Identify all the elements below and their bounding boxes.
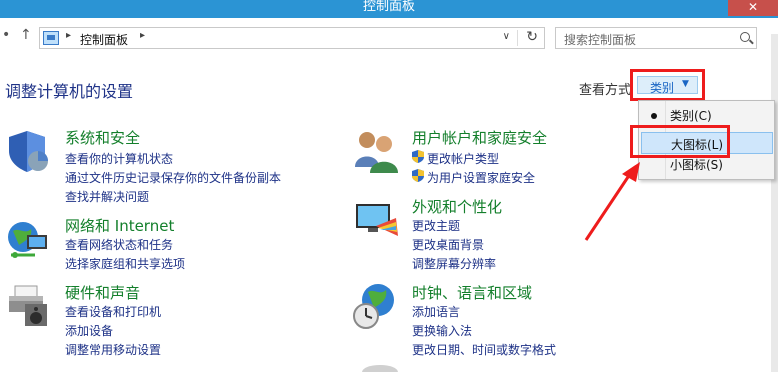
category-appearance: 外观和个性化 更改主题 更改桌面背景 调整屏幕分辨率 bbox=[352, 196, 652, 276]
globe-clock-icon bbox=[353, 284, 394, 329]
link-network-status[interactable]: 查看网络状态和任务 bbox=[65, 236, 173, 253]
breadcrumb-separator-icon[interactable]: ▸ bbox=[66, 30, 71, 41]
view-by-button[interactable]: 类别 ▼ bbox=[637, 76, 698, 95]
category-title[interactable]: 网络和 Internet bbox=[65, 215, 174, 236]
up-arrow-icon[interactable]: ↑ bbox=[20, 27, 32, 43]
chevron-down-icon[interactable]: ∨ bbox=[503, 31, 510, 42]
back-button[interactable]: • bbox=[2, 27, 10, 43]
category-title[interactable]: 用户帐户和家庭安全 bbox=[412, 127, 547, 148]
link-devices-printers[interactable]: 查看设备和打印机 bbox=[65, 303, 161, 320]
category-hardware-sound: 硬件和声音 查看设备和打印机 添加设备 调整常用移动设置 bbox=[5, 282, 305, 362]
link-change-account-type[interactable]: 更改帐户类型 bbox=[427, 150, 499, 167]
category-network-internet: 网络和 Internet 查看网络状态和任务 选择家庭组和共享选项 bbox=[5, 215, 305, 275]
uac-shield-icon bbox=[412, 169, 424, 182]
category-title[interactable]: 时钟、语言和区域 bbox=[412, 282, 532, 303]
link-troubleshoot[interactable]: 查找并解决问题 bbox=[65, 188, 149, 205]
users-icon bbox=[355, 132, 398, 173]
link-mobility-settings[interactable]: 调整常用移动设置 bbox=[65, 341, 161, 358]
category-title[interactable]: 系统和安全 bbox=[65, 127, 140, 148]
window-title: 控制面板 bbox=[362, 0, 415, 14]
link-desktop-background[interactable]: 更改桌面背景 bbox=[412, 236, 484, 253]
link-change-theme[interactable]: 更改主题 bbox=[412, 217, 460, 234]
search-icon[interactable] bbox=[740, 32, 750, 42]
search-placeholder: 搜索控制面板 bbox=[564, 33, 637, 47]
search-input[interactable]: 搜索控制面板 bbox=[555, 27, 757, 49]
shield-icon bbox=[9, 131, 48, 172]
address-bar[interactable]: ▸ 控制面板 ▸ ∨ ↻ bbox=[39, 27, 545, 49]
selected-bullet-icon bbox=[651, 113, 657, 119]
link-change-input[interactable]: 更换输入法 bbox=[412, 322, 472, 339]
link-view-computer-status[interactable]: 查看你的计算机状态 bbox=[65, 150, 173, 167]
monitor-palette-icon bbox=[356, 204, 398, 236]
category-title[interactable]: 硬件和声音 bbox=[65, 282, 140, 303]
refresh-icon[interactable]: ↻ bbox=[526, 29, 538, 45]
uac-shield-icon bbox=[412, 150, 424, 163]
link-file-history[interactable]: 通过文件历史记录保存你的文件备份副本 bbox=[65, 169, 281, 186]
category-clock-region: 时钟、语言和区域 添加语言 更换输入法 更改日期、时间或数字格式 bbox=[352, 282, 652, 362]
control-panel-icon bbox=[43, 31, 59, 45]
link-screen-resolution[interactable]: 调整屏幕分辨率 bbox=[412, 255, 496, 272]
view-by-dropdown[interactable]: 类别 ▼ bbox=[630, 69, 705, 101]
category-title[interactable]: 外观和个性化 bbox=[412, 196, 502, 217]
category-system-security: 系统和安全 查看你的计算机状态 通过文件历史记录保存你的文件备份副本 查找并解决… bbox=[5, 127, 305, 207]
breadcrumb-control-panel[interactable]: 控制面板 bbox=[80, 31, 128, 48]
link-add-device[interactable]: 添加设备 bbox=[65, 322, 113, 339]
title-bar: 控制面板 ✕ bbox=[0, 0, 778, 18]
link-family-safety[interactable]: 为用户设置家庭安全 bbox=[427, 169, 535, 186]
scrollbar[interactable] bbox=[771, 34, 778, 372]
printer-icon bbox=[9, 285, 47, 326]
menu-item-category[interactable]: 类别(C) bbox=[641, 104, 773, 126]
page-title: 调整计算机的设置 bbox=[5, 82, 134, 101]
network-globe-icon bbox=[8, 222, 47, 258]
category-user-accounts: 用户帐户和家庭安全 更改帐户类型 为用户设置家庭安全 bbox=[352, 127, 652, 187]
link-homegroup[interactable]: 选择家庭组和共享选项 bbox=[65, 255, 185, 272]
divider bbox=[517, 30, 518, 46]
address-row: • ↑ ▸ 控制面板 ▸ ∨ ↻ 搜索控制面板 bbox=[0, 18, 778, 58]
link-date-time-format[interactable]: 更改日期、时间或数字格式 bbox=[412, 341, 556, 358]
close-button[interactable]: ✕ bbox=[728, 0, 778, 16]
breadcrumb-separator-icon[interactable]: ▸ bbox=[140, 30, 145, 41]
view-by-label: 查看方式 bbox=[579, 83, 632, 98]
view-by-value: 类别 bbox=[650, 81, 675, 95]
link-add-language[interactable]: 添加语言 bbox=[412, 303, 460, 320]
caret-down-icon: ▼ bbox=[682, 79, 689, 89]
partial-category-icon bbox=[362, 365, 398, 372]
